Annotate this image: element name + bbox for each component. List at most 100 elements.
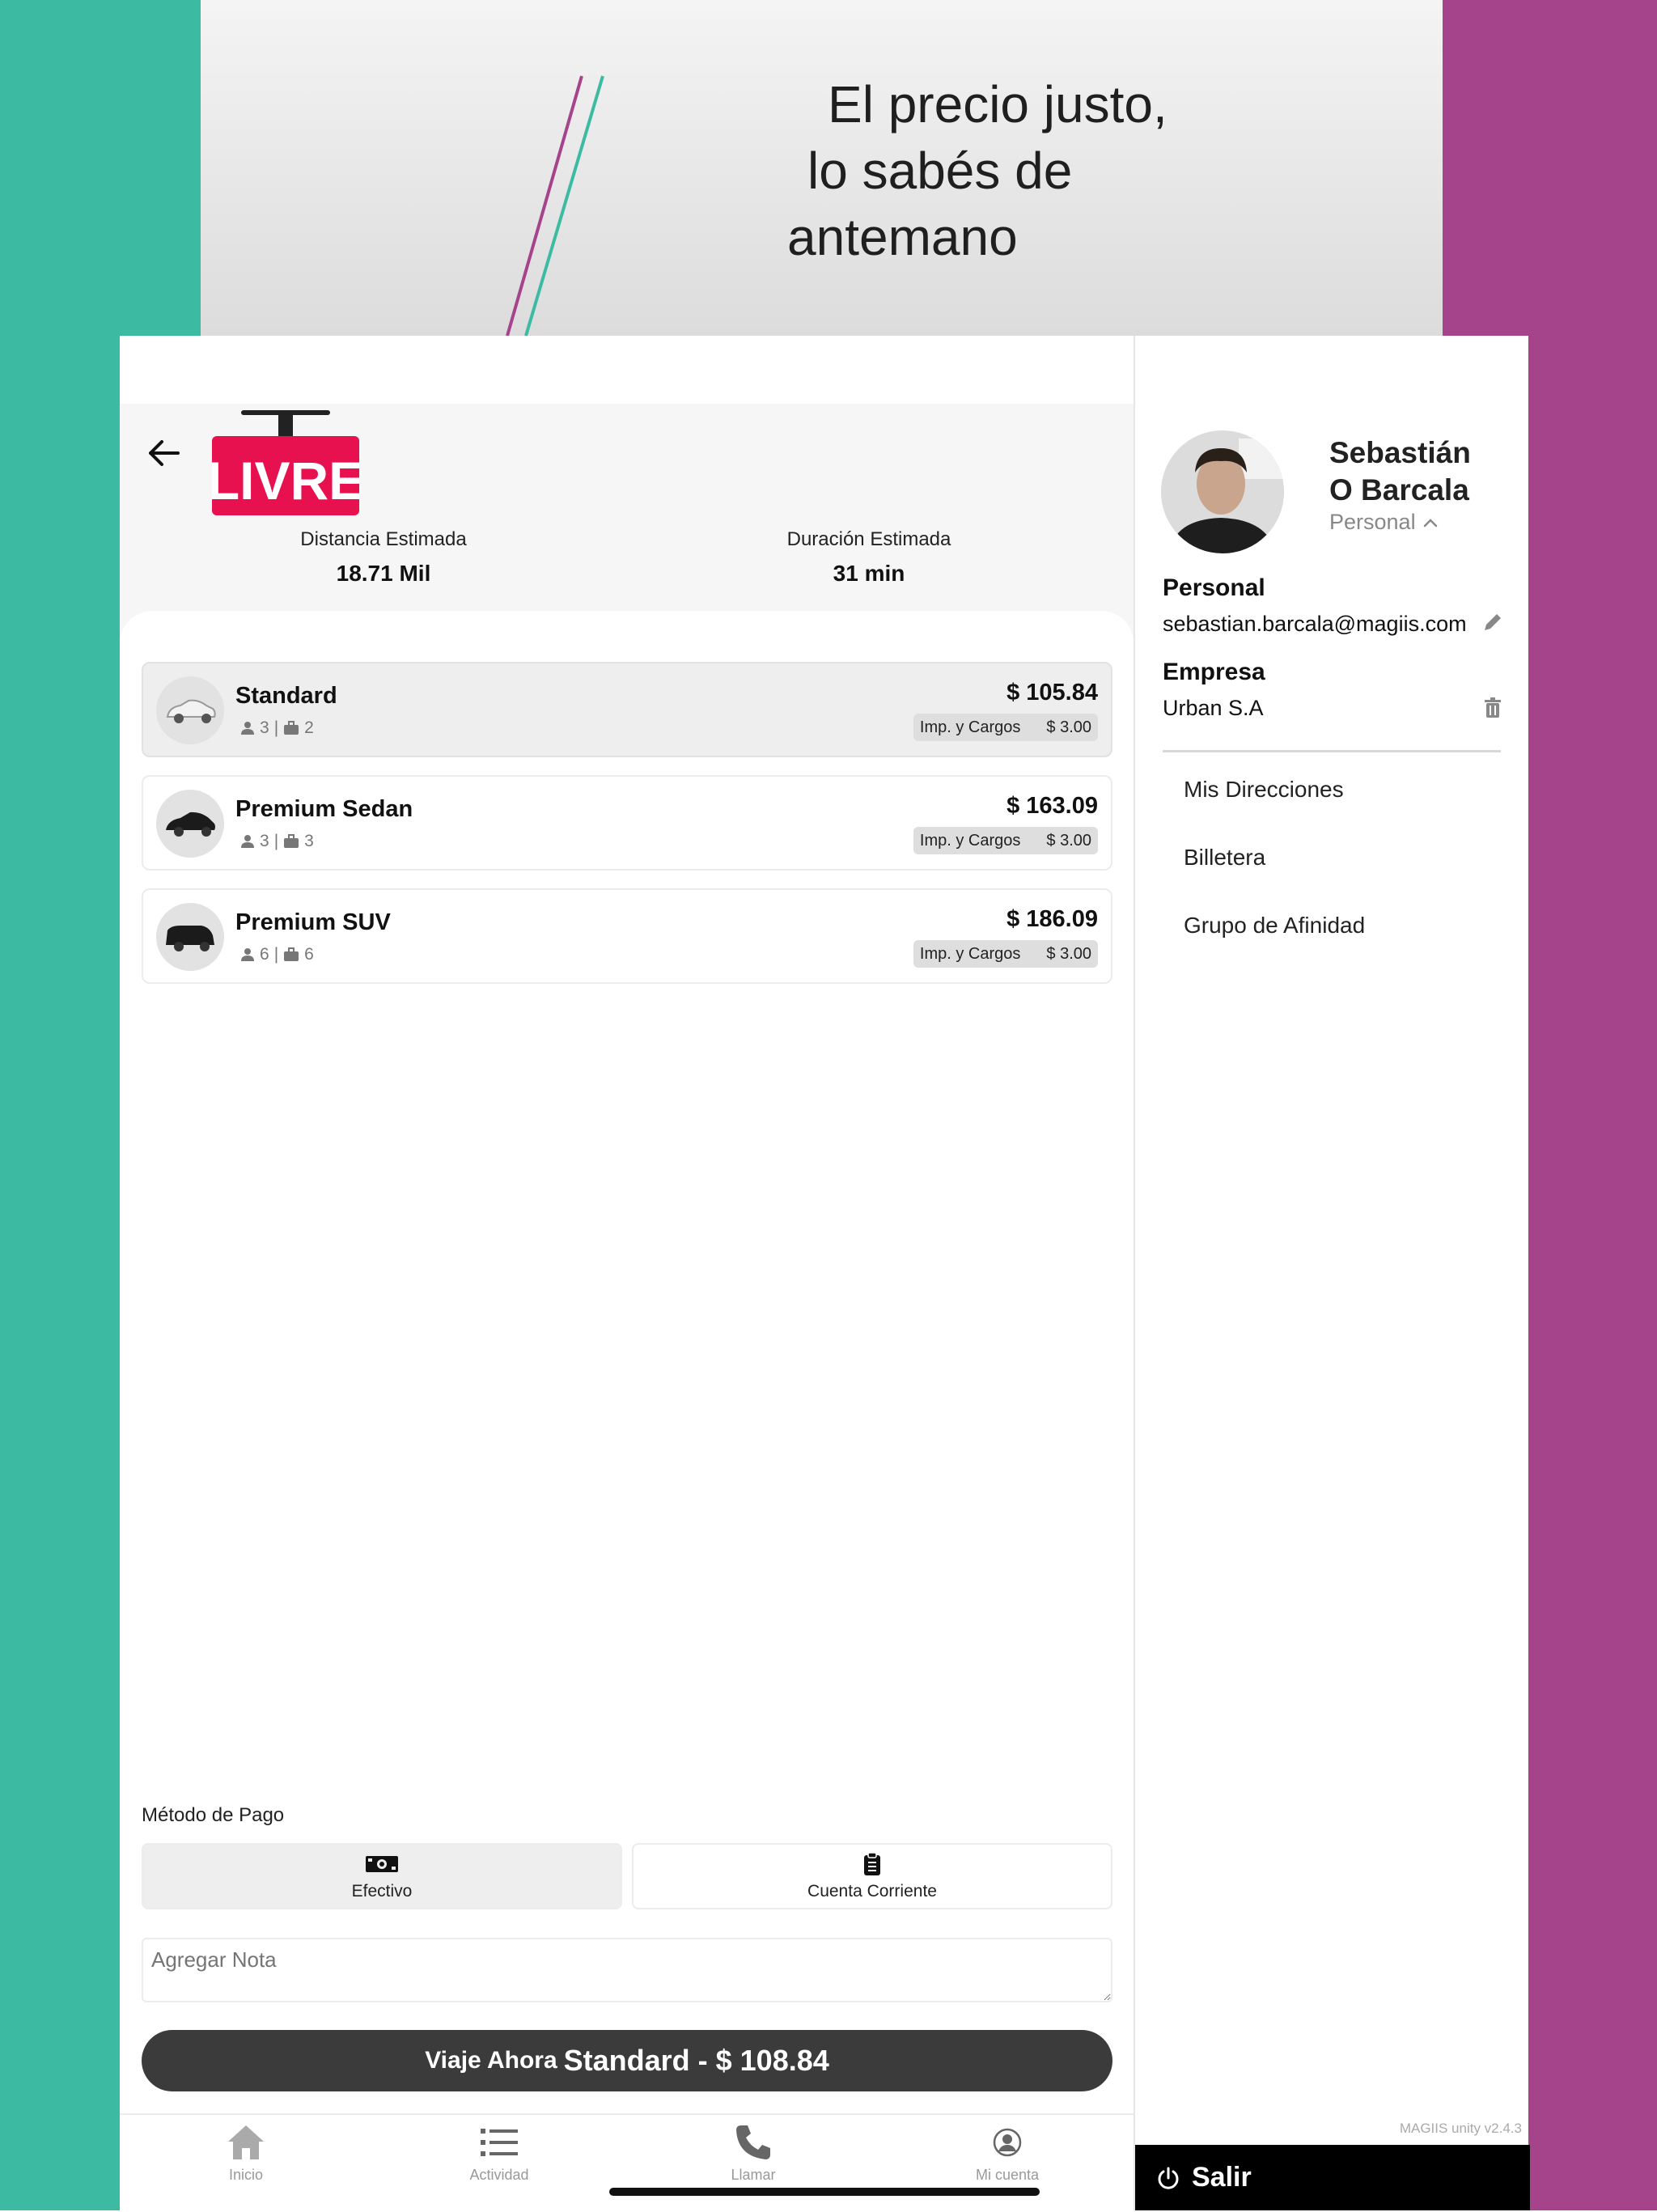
tab-label: Mi cuenta [975, 2167, 1040, 2183]
banner-line-1: El precio justo, [828, 75, 1168, 133]
livre-logo: LIVRE [207, 410, 364, 515]
chevron-up-icon [1423, 518, 1437, 527]
menu-item-grupo-de-afinidad[interactable]: Grupo de Afinidad [1184, 913, 1365, 939]
home-icon [228, 2125, 264, 2159]
main-content: LIVRE Distancia Estimada 18.71 Mil Durac… [120, 336, 1134, 2212]
payment-option-label: Cuenta Corriente [807, 1882, 937, 1901]
request-ride-summary: Standard - $ 108.84 [563, 2044, 829, 2077]
clipboard-icon [864, 1852, 880, 1875]
account-type-toggle[interactable]: Personal [1329, 510, 1439, 535]
power-icon [1158, 2167, 1179, 2189]
edit-icon[interactable] [1481, 611, 1504, 634]
tab-label: Inicio [228, 2167, 264, 2183]
panel-divider [1163, 750, 1501, 752]
app-version: MAGIIS unity v2.4.3 [1399, 2121, 1522, 2136]
payment-option-cash[interactable]: Efectivo [142, 1843, 622, 1909]
distance-metric: Distancia Estimada 18.71 Mil [222, 528, 545, 587]
request-ride-button[interactable]: Viaje Ahora Standard - $ 108.84 [142, 2030, 1112, 2091]
fees-label: Imp. y Cargos [919, 944, 1021, 963]
luggage-icon [284, 834, 299, 848]
account-icon [993, 2128, 1022, 2157]
personal-section-title: Personal [1163, 574, 1265, 601]
luggage-count: 3 [304, 832, 314, 850]
company-section-title: Empresa [1163, 659, 1265, 685]
user-name: Sebastián O Barcala [1329, 434, 1471, 509]
cash-icon [366, 1856, 398, 1872]
fees-value: $ 3.00 [1046, 718, 1091, 736]
request-ride-prefix: Viaje Ahora [425, 2047, 557, 2074]
fees-badge: Imp. y Cargos $ 3.00 [913, 714, 1098, 741]
fees-label: Imp. y Cargos [919, 831, 1021, 850]
vehicle-name: Standard [235, 683, 337, 709]
passenger-count: 3 [260, 832, 269, 850]
logout-button[interactable]: Salir [1135, 2145, 1530, 2210]
vehicle-capacity: 3 | 3 [240, 832, 314, 851]
trash-icon[interactable] [1481, 697, 1504, 719]
vehicle-price: $ 163.09 [1006, 793, 1098, 819]
duration-metric: Duración Estimada 31 min [707, 528, 1031, 587]
status-area [120, 336, 1134, 404]
company-name: Urban S.A [1163, 696, 1264, 720]
tab-mi-cuenta[interactable]: Mi cuenta [926, 2120, 1088, 2184]
account-side-panel: Sebastián O Barcala Personal Personal se… [1134, 336, 1530, 2210]
duration-value: 31 min [833, 561, 905, 586]
promo-banner: El precio justo, lo sabés de antemano [201, 0, 1443, 336]
tab-llamar[interactable]: Llamar [672, 2120, 834, 2184]
list-icon [481, 2129, 518, 2156]
payment-option-account[interactable]: Cuenta Corriente [632, 1843, 1112, 1909]
vehicle-capacity: 6 | 6 [240, 945, 314, 964]
capacity-separator: | [273, 718, 279, 737]
banner-line-2: lo sabés de [807, 142, 1073, 200]
back-arrow-icon[interactable] [144, 433, 184, 473]
duration-label: Duración Estimada [786, 528, 951, 550]
user-name-line-1: Sebastián [1329, 436, 1471, 469]
tab-inicio[interactable]: Inicio [165, 2120, 327, 2184]
personal-email: sebastian.barcala@magiis.com [1163, 612, 1467, 636]
payment-method-label: Método de Pago [142, 1804, 285, 1826]
tab-label: Llamar [731, 2167, 776, 2183]
distance-value: 18.71 Mil [336, 561, 431, 586]
user-name-line-2: O Barcala [1329, 473, 1469, 506]
vehicle-option-premium-suv[interactable]: Premium SUV 6 | 6 $ 186.09 Imp. y Cargos… [142, 888, 1112, 984]
vehicle-name: Premium Sedan [235, 796, 413, 822]
vehicle-capacity: 3 | 2 [240, 718, 314, 738]
vehicle-price: $ 186.09 [1006, 906, 1098, 932]
phone-icon [736, 2125, 770, 2159]
avatar [1161, 430, 1284, 553]
home-indicator [609, 2188, 1040, 2196]
passenger-icon [241, 835, 254, 848]
banner-line-3: antemano [787, 208, 1018, 266]
car-image [156, 676, 224, 744]
payment-option-label: Efectivo [351, 1882, 413, 1901]
car-image [156, 790, 224, 858]
logout-label: Salir [1192, 2162, 1252, 2193]
menu-item-billetera[interactable]: Billetera [1184, 845, 1265, 871]
passenger-icon [241, 948, 254, 961]
luggage-count: 2 [304, 718, 314, 737]
car-image [156, 903, 224, 971]
tab-actividad[interactable]: Actividad [418, 2120, 580, 2184]
passenger-icon [241, 722, 254, 735]
distance-label: Distancia Estimada [300, 528, 467, 550]
luggage-icon [284, 721, 299, 735]
account-type-label: Personal [1329, 510, 1416, 534]
vehicle-option-premium-sedan[interactable]: Premium Sedan 3 | 3 $ 163.09 Imp. y Carg… [142, 775, 1112, 871]
fees-value: $ 3.00 [1046, 944, 1091, 963]
note-input[interactable] [142, 1938, 1112, 2002]
svg-text:LIVRE: LIVRE [212, 451, 359, 511]
passenger-count: 3 [260, 718, 269, 737]
fees-label: Imp. y Cargos [919, 718, 1021, 736]
tab-label: Actividad [469, 2167, 529, 2183]
bottom-tab-bar: Inicio Actividad Llamar Mi cuenta [120, 2113, 1134, 2212]
fees-badge: Imp. y Cargos $ 3.00 [913, 827, 1098, 854]
vehicle-option-standard[interactable]: Standard 3 | 2 $ 105.84 Imp. y Cargos $ … [142, 662, 1112, 757]
capacity-separator: | [273, 945, 279, 964]
luggage-count: 6 [304, 945, 314, 964]
fees-value: $ 3.00 [1046, 831, 1091, 850]
passenger-count: 6 [260, 945, 269, 964]
vehicle-name: Premium SUV [235, 909, 391, 935]
menu-item-mis-direcciones[interactable]: Mis Direcciones [1184, 777, 1344, 803]
banner-headline: El precio justo, lo sabés de antemano [787, 71, 1168, 270]
app-window: LIVRE Distancia Estimada 18.71 Mil Durac… [120, 336, 1530, 2212]
fees-badge: Imp. y Cargos $ 3.00 [913, 940, 1098, 968]
